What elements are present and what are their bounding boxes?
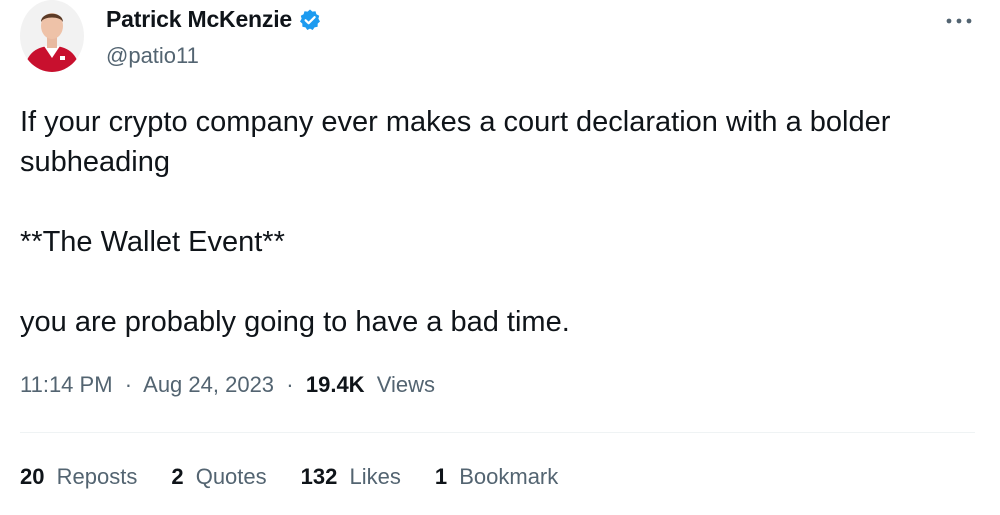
quotes-label: Quotes <box>195 464 267 489</box>
reposts-count: 20 <box>20 464 45 489</box>
author-display-name[interactable]: Patrick McKenzie <box>106 6 292 33</box>
more-options-icon[interactable] <box>942 6 976 36</box>
author-name-row: Patrick McKenzie <box>106 6 322 33</box>
quotes-stat[interactable]: 2 Quotes <box>171 464 266 490</box>
likes-count: 132 <box>300 464 338 489</box>
reposts-label: Reposts <box>56 464 138 489</box>
tweet-card: Patrick McKenzie @patio11 If your crypto… <box>0 0 1000 515</box>
meta-separator: · <box>280 372 300 397</box>
engagement-stats: 20 Reposts 2 Quotes 132 Likes 1 Bookmark <box>20 464 558 490</box>
bookmarks-label: Bookmark <box>459 464 559 489</box>
likes-label: Likes <box>349 464 401 489</box>
views-count[interactable]: 19.4K <box>306 372 365 397</box>
meta-separator: · <box>118 372 139 397</box>
tweet-text: If your crypto company ever makes a cour… <box>20 102 980 342</box>
tweet-meta: 11:14 PM · Aug 24, 2023 · 19.4K Views <box>20 372 435 398</box>
tweet-line: you are probably going to have a bad tim… <box>20 306 570 338</box>
avatar[interactable] <box>20 0 84 72</box>
tweet-date[interactable]: Aug 24, 2023 <box>143 372 274 397</box>
author-handle[interactable]: @patio11 <box>106 43 199 69</box>
reposts-stat[interactable]: 20 Reposts <box>20 464 137 490</box>
likes-stat[interactable]: 132 Likes <box>301 464 401 490</box>
tweet-line: **The Wallet Event** <box>20 226 285 258</box>
bookmarks-stat[interactable]: 1 Bookmark <box>435 464 558 490</box>
views-label: Views <box>376 372 435 397</box>
tweet-time[interactable]: 11:14 PM <box>20 372 113 397</box>
divider <box>20 432 975 433</box>
tweet-line: subheading <box>20 146 170 178</box>
bookmarks-count: 1 <box>434 464 448 489</box>
verified-badge-icon[interactable] <box>298 8 322 32</box>
tweet-line: If your crypto company ever makes a cour… <box>20 106 891 138</box>
quotes-count: 2 <box>171 464 184 489</box>
